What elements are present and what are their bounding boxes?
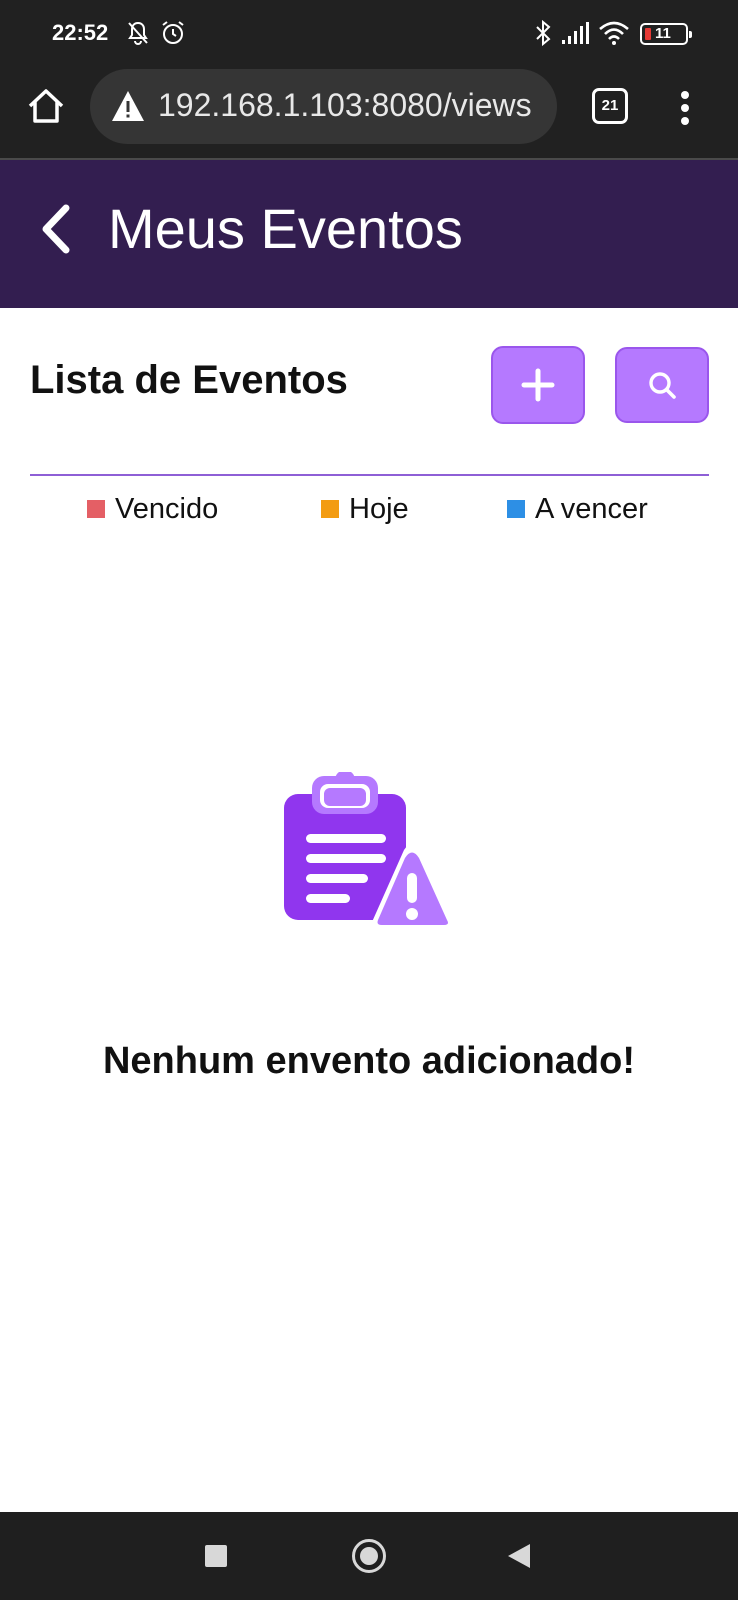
add-event-button[interactable] bbox=[491, 346, 585, 424]
warning-icon bbox=[112, 91, 144, 121]
legend-swatch-hoje bbox=[321, 500, 339, 518]
legend-label: Hoje bbox=[349, 492, 409, 525]
legend-swatch-vencido bbox=[87, 500, 105, 518]
url-text[interactable]: 192.168.1.103:8080/views bbox=[158, 87, 532, 124]
clipboard-warning-icon bbox=[284, 772, 455, 930]
more-vert-icon[interactable] bbox=[670, 88, 700, 128]
battery-icon: 11 bbox=[640, 23, 692, 45]
alarm-icon bbox=[162, 21, 184, 44]
app-header: Meus Eventos bbox=[0, 160, 738, 308]
home-icon[interactable] bbox=[24, 84, 68, 128]
mute-icon bbox=[128, 21, 148, 45]
system-nav-bar bbox=[0, 1512, 738, 1600]
list-title: Lista de Eventos bbox=[30, 358, 348, 402]
bluetooth-icon bbox=[536, 20, 551, 46]
status-bar: 22:52 11 bbox=[0, 0, 738, 66]
legend-label: Vencido bbox=[115, 492, 219, 525]
address-bar[interactable]: 192.168.1.103:8080/views bbox=[90, 69, 557, 144]
search-button[interactable] bbox=[615, 347, 709, 423]
recents-icon[interactable] bbox=[205, 1545, 227, 1567]
legend-label: A vencer bbox=[535, 492, 648, 525]
legend-item-hoje: Hoje bbox=[321, 492, 409, 526]
battery-level: 11 bbox=[655, 25, 671, 42]
page-title: Meus Eventos bbox=[108, 197, 463, 260]
legend-item-a-vencer: A vencer bbox=[507, 492, 648, 526]
search-icon bbox=[649, 372, 676, 399]
wifi-icon bbox=[599, 21, 629, 45]
signal-icon bbox=[562, 22, 589, 44]
legend-item-vencido: Vencido bbox=[87, 492, 218, 526]
tabs-button[interactable]: 21 bbox=[592, 88, 628, 124]
back-triangle-icon[interactable] bbox=[508, 1544, 530, 1568]
list-divider bbox=[30, 474, 709, 476]
legend-swatch-a-vencer bbox=[507, 500, 525, 518]
status-time: 22:52 bbox=[52, 20, 109, 45]
plus-icon bbox=[521, 368, 555, 402]
browser-toolbar: 192.168.1.103:8080/views 21 bbox=[0, 66, 738, 158]
chevron-left-icon[interactable] bbox=[36, 200, 76, 258]
home-circle-icon[interactable] bbox=[352, 1539, 386, 1573]
empty-state-message: Nenhum envento adicionado! bbox=[102, 1040, 636, 1082]
